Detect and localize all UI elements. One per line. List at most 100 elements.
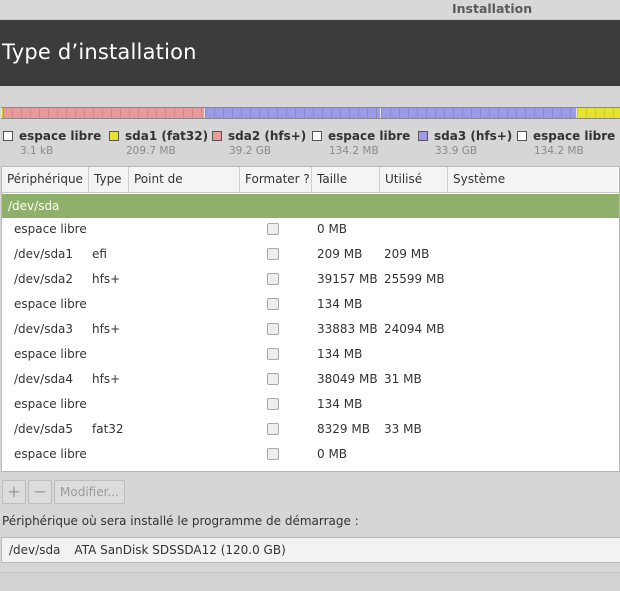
- cell-size: 0 MB: [317, 222, 348, 236]
- cell-size: 134 MB: [317, 397, 363, 411]
- format-checkbox[interactable]: [267, 448, 279, 460]
- legend-name: sda2 (hfs+): [228, 128, 307, 143]
- table-row[interactable]: /dev/sda4 hfs+ 38049 MB 31 MB: [2, 367, 619, 392]
- legend-swatch: [212, 130, 222, 141]
- column-header-type[interactable]: Type: [89, 167, 129, 192]
- table-row[interactable]: /dev/sda1 efi 209 MB 209 MB: [2, 242, 619, 267]
- format-checkbox[interactable]: [267, 223, 279, 235]
- format-checkbox[interactable]: [267, 298, 279, 310]
- partition-toolbar: + − Modifier...: [2, 480, 125, 504]
- cell-device: espace libre: [14, 447, 87, 461]
- cell-size: 134 MB: [317, 297, 363, 311]
- format-checkbox[interactable]: [267, 248, 279, 260]
- format-checkbox[interactable]: [267, 398, 279, 410]
- format-checkbox[interactable]: [267, 373, 279, 385]
- legend-swatch: [418, 130, 428, 141]
- column-header-mount[interactable]: Point de montage: [129, 167, 240, 211]
- cell-size: 8329 MB: [317, 422, 370, 436]
- legend-name: sda3 (hfs+): [434, 128, 513, 143]
- cell-device: /dev/sda3: [14, 322, 74, 336]
- legend-name: espace libre: [533, 128, 616, 143]
- cell-used: 31 MB: [384, 372, 422, 386]
- format-checkbox[interactable]: [267, 423, 279, 435]
- cell-size: 134 MB: [317, 347, 363, 361]
- cell-size: 33883 MB: [317, 322, 378, 336]
- page-header: Type d’installation: [0, 20, 620, 86]
- table-header: Périphérique Type Point de montage Forma…: [2, 167, 619, 211]
- legend-item: espace libre 134.2 MB: [312, 127, 410, 157]
- cell-device: /dev/sda5: [14, 422, 74, 436]
- cell-type: fat32: [92, 422, 124, 436]
- column-header-system[interactable]: Système: [448, 167, 619, 192]
- legend-swatch: [109, 130, 119, 141]
- table-row[interactable]: /dev/sda5 fat32 8329 MB 33 MB: [2, 417, 619, 442]
- legend-item: sda1 (fat32) 209.7 MB: [109, 127, 208, 157]
- cell-size: 38049 MB: [317, 372, 378, 386]
- bootloader-device: /dev/sda: [9, 543, 61, 557]
- remove-partition-button[interactable]: −: [28, 480, 52, 504]
- legend-item: sda3 (hfs+) 33.9 GB: [418, 127, 512, 157]
- window-title: Installation: [452, 1, 533, 16]
- column-header-format[interactable]: Formater ?: [240, 167, 312, 192]
- legend-name: espace libre: [19, 128, 102, 143]
- cell-device: /dev/sda4: [14, 372, 74, 386]
- table-row[interactable]: /dev/sda3 hfs+ 33883 MB 24094 MB: [2, 317, 619, 342]
- device-group-label: /dev/sda: [8, 199, 60, 213]
- window-titlebar: Installation: [0, 0, 620, 20]
- cell-device: espace libre: [14, 347, 87, 361]
- cell-type: hfs+: [92, 272, 121, 286]
- table-row[interactable]: espace libre 0 MB: [2, 442, 619, 467]
- legend-size: 134.2 MB: [534, 145, 584, 157]
- legend-name: espace libre: [328, 128, 411, 143]
- cell-device: espace libre: [14, 222, 87, 236]
- legend-size: 39.2 GB: [229, 145, 272, 157]
- cell-device: /dev/sda2: [14, 272, 74, 286]
- partition-bar-segment: [380, 108, 577, 118]
- legend-size: 134.2 MB: [329, 145, 379, 157]
- cell-device: /dev/sda1: [14, 247, 74, 261]
- bootloader-label: Périphérique où sera installé le program…: [2, 514, 359, 528]
- table-row[interactable]: espace libre 0 MB: [2, 217, 619, 242]
- cell-used: 24094 MB: [384, 322, 445, 336]
- legend-size: 33.9 GB: [435, 145, 478, 157]
- bootloader-device-select[interactable]: /dev/sda ATA SanDisk SDSSDA12 (120.0 GB): [1, 537, 620, 563]
- cell-type: hfs+: [92, 372, 121, 386]
- legend-item: espace libre 134.2 MB: [517, 127, 615, 157]
- table-row[interactable]: espace libre 134 MB: [2, 342, 619, 367]
- partition-table[interactable]: Périphérique Type Point de montage Forma…: [1, 166, 620, 472]
- device-group-row[interactable]: /dev/sda: [2, 194, 619, 218]
- column-header-device[interactable]: Périphérique: [2, 167, 89, 192]
- cell-size: 0 MB: [317, 447, 348, 461]
- partition-bar-segment: [577, 108, 620, 118]
- partition-legend: espace libre 3.1 kB sda1 (fat32) 209.7 MB sd…: [0, 127, 620, 161]
- format-checkbox[interactable]: [267, 273, 279, 285]
- bottom-bar: [0, 572, 620, 591]
- format-checkbox[interactable]: [267, 348, 279, 360]
- cell-device: espace libre: [14, 297, 87, 311]
- partition-bar: [1, 107, 620, 119]
- column-header-used[interactable]: Utilisé: [380, 167, 448, 192]
- partition-bar-segment: [3, 108, 205, 118]
- legend-size: 3.1 kB: [20, 145, 54, 157]
- cell-size: 209 MB: [317, 247, 363, 261]
- table-row[interactable]: /dev/sda2 hfs+ 39157 MB 25599 MB: [2, 267, 619, 292]
- legend-swatch: [312, 130, 322, 141]
- legend-swatch: [3, 130, 13, 141]
- bootloader-device-model: ATA SanDisk SDSSDA12 (120.0 GB): [74, 543, 286, 557]
- legend-name: sda1 (fat32): [125, 128, 209, 143]
- table-row[interactable]: espace libre 134 MB: [2, 292, 619, 317]
- cell-type: hfs+: [92, 322, 121, 336]
- cell-used: 33 MB: [384, 422, 422, 436]
- add-partition-button[interactable]: +: [2, 480, 26, 504]
- cell-used: 209 MB: [384, 247, 430, 261]
- table-row[interactable]: espace libre 134 MB: [2, 392, 619, 417]
- format-checkbox[interactable]: [267, 323, 279, 335]
- legend-swatch: [517, 130, 527, 141]
- cell-device: espace libre: [14, 397, 87, 411]
- page-title: Type d’installation: [2, 40, 197, 64]
- legend-size: 209.7 MB: [126, 145, 176, 157]
- column-header-size[interactable]: Taille: [312, 167, 380, 192]
- partition-bar-segment: [205, 108, 380, 118]
- legend-item: sda2 (hfs+) 39.2 GB: [212, 127, 306, 157]
- modify-partition-button[interactable]: Modifier...: [54, 480, 125, 504]
